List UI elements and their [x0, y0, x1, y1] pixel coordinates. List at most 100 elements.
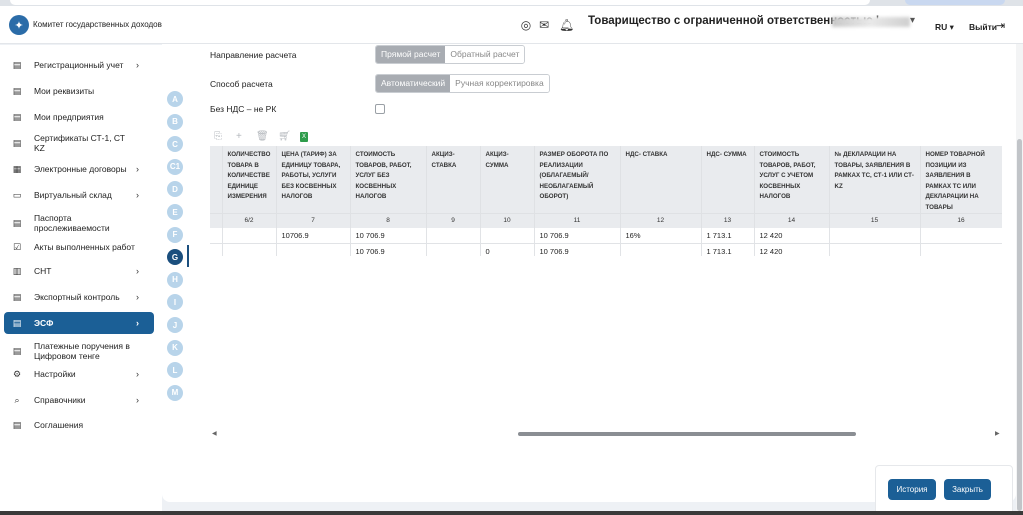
table-cell[interactable]: 10706.9: [276, 227, 351, 244]
kgd-logo-icon[interactable]: ✦: [9, 15, 29, 35]
sidebar-item-label: Сертификаты СТ-1, СТ KZ: [34, 133, 125, 153]
scroll-left-icon[interactable]: ◀: [212, 430, 217, 437]
language-selector[interactable]: RU ▾: [935, 22, 954, 33]
section-letter-c1[interactable]: C1: [167, 158, 183, 175]
column-header: Размер оборота по реализации (облагаемый…: [534, 146, 621, 214]
table-cell[interactable]: 10 706.9: [350, 243, 427, 256]
column-header: Акциз-сумма: [480, 146, 535, 214]
excel-icon[interactable]: X: [300, 132, 308, 142]
sidebar-item-label: Виртуальный склад: [34, 190, 112, 200]
chevron-right-icon: ›: [136, 266, 139, 276]
table-cell[interactable]: [426, 227, 481, 244]
history-button[interactable]: История: [888, 479, 936, 500]
chevron-down-icon[interactable]: ▾: [910, 15, 915, 26]
table-cell[interactable]: 0: [480, 243, 535, 256]
table-cell[interactable]: 1 713.1: [701, 243, 755, 256]
sidebar-item-label: СНТ: [34, 266, 52, 276]
sidebar-item[interactable]: ▤ Мои предприятия: [4, 106, 154, 128]
column-number: 15: [829, 213, 921, 228]
scroll-right-icon[interactable]: ▶: [995, 430, 1000, 437]
table-horizontal-scrollbar[interactable]: ◀ ▶: [210, 430, 1002, 438]
delete-icon[interactable]: 🗑︎: [256, 131, 269, 142]
page-scroll-thumb[interactable]: [1017, 139, 1022, 511]
table-cell[interactable]: 12 420: [754, 243, 830, 256]
document-icon: ▤: [12, 345, 22, 356]
book-search-icon: ⌕: [14, 394, 20, 405]
section-letter-b[interactable]: B: [167, 113, 183, 130]
column-number: 10: [480, 213, 535, 228]
table-cell[interactable]: 10 706.9: [534, 243, 621, 256]
support-icon[interactable]: ◎: [519, 18, 533, 32]
sidebar-item[interactable]: ▥ СНТ ›: [4, 260, 154, 282]
sidebar-item[interactable]: ▤ Регистрационный учет ›: [4, 54, 154, 76]
sidebar-item[interactable]: ▤ Соглашения: [4, 414, 154, 436]
method-option[interactable]: Автоматический: [376, 75, 451, 92]
logout-button[interactable]: Выйти: [969, 22, 997, 32]
sidebar-item[interactable]: ▤ ЭСФ ›: [4, 312, 154, 334]
section-letter-h[interactable]: H: [167, 271, 183, 288]
cart-icon[interactable]: 🛒︎: [278, 131, 291, 142]
scroll-thumb[interactable]: [518, 432, 856, 436]
sidebar-item[interactable]: ☑ Акты выполненных работ: [4, 236, 154, 258]
section-letter-f[interactable]: F: [167, 226, 183, 243]
sidebar-item[interactable]: ▦ Электронные договоры ›: [4, 158, 154, 180]
direction-toggle: Прямой расчет Обратный расчет: [375, 45, 526, 64]
browser-profile-pill[interactable]: [905, 0, 1005, 5]
table-row[interactable]: 10 706.9 0 10 706.9 1 713.1 12 420: [210, 243, 1002, 256]
method-option[interactable]: Ручная корректировка: [450, 75, 549, 92]
sidebar-item[interactable]: ⚙ Настройки ›: [4, 363, 154, 385]
app-header: ✦ Комитет государственных доходов ◎ ✉ 🔔︎…: [0, 6, 1023, 44]
table-cell[interactable]: 12 420: [754, 227, 830, 244]
column-header: Стоимость товаров, работ, услуг с учетом…: [754, 146, 830, 214]
direction-option[interactable]: Обратный расчет: [445, 46, 525, 63]
sidebar-item[interactable]: ▤ Платежные поручения в Цифровом тенге: [4, 338, 154, 364]
table-cell[interactable]: [829, 227, 921, 244]
direction-option[interactable]: Прямой расчет: [376, 46, 446, 63]
table-cell[interactable]: [222, 227, 277, 244]
table-cell[interactable]: [210, 243, 223, 256]
table-cell[interactable]: [426, 243, 481, 256]
sidebar-item[interactable]: ▭ Виртуальный склад ›: [4, 184, 154, 206]
logout-icon[interactable]: ⇥: [996, 19, 1005, 32]
section-letter-k[interactable]: K: [167, 339, 183, 356]
section-letter-e[interactable]: E: [167, 204, 183, 220]
page-vertical-scrollbar[interactable]: [1016, 44, 1023, 515]
table-cell[interactable]: [829, 243, 921, 256]
document-icon: ▤: [12, 291, 22, 302]
table-cell[interactable]: 1 713.1: [701, 227, 755, 244]
table-cell[interactable]: [222, 243, 277, 256]
column-header: Цена (тариф) за единицу товара, работы, …: [276, 146, 351, 214]
document-icon: ▤: [12, 317, 22, 328]
bell-icon[interactable]: 🔔︎: [559, 18, 574, 32]
sidebar-item[interactable]: ▤ Мои реквизиты: [4, 80, 154, 102]
logo-text[interactable]: Комитет государственных доходов: [33, 20, 162, 29]
table-cell[interactable]: 10 706.9: [350, 227, 427, 244]
section-letter-j[interactable]: J: [167, 317, 183, 333]
sidebar-item[interactable]: ⌕ Справочники ›: [4, 389, 154, 411]
column-header: НДС- сумма: [701, 146, 755, 214]
sidebar-item[interactable]: ▤ Паспорта прослеживаемости: [4, 210, 154, 236]
table-cell[interactable]: [920, 243, 1002, 256]
no-vat-checkbox[interactable]: [375, 104, 385, 114]
column-number: 9: [426, 213, 481, 228]
chevron-right-icon: ›: [136, 369, 139, 379]
table-cell[interactable]: [276, 243, 351, 256]
address-bar[interactable]: [10, 0, 870, 5]
organization-name-redacted: [832, 17, 910, 27]
table-cell[interactable]: 16%: [620, 227, 702, 244]
mail-icon[interactable]: ✉: [537, 18, 551, 32]
section-letter-m[interactable]: M: [167, 384, 183, 401]
table-cell[interactable]: [620, 243, 702, 256]
sidebar-item[interactable]: ▤ Сертификаты СТ-1, СТ KZ: [4, 132, 154, 154]
copy-icon[interactable]: ⎘: [214, 131, 222, 142]
section-letter-a[interactable]: A: [167, 91, 183, 107]
table-row[interactable]: 10706.9 10 706.9 10 706.9 16% 1 713.1 12 420: [210, 227, 1002, 244]
sidebar-item[interactable]: ▤ Экспортный контроль ›: [4, 286, 154, 308]
add-icon[interactable]: +: [236, 131, 242, 142]
table-cell[interactable]: 10 706.9: [534, 227, 621, 244]
table-cell[interactable]: [920, 227, 1002, 244]
close-button[interactable]: Закрыть: [944, 479, 991, 500]
table-cell[interactable]: [480, 227, 535, 244]
column-number: 13: [701, 213, 755, 228]
table-cell[interactable]: [210, 227, 223, 244]
